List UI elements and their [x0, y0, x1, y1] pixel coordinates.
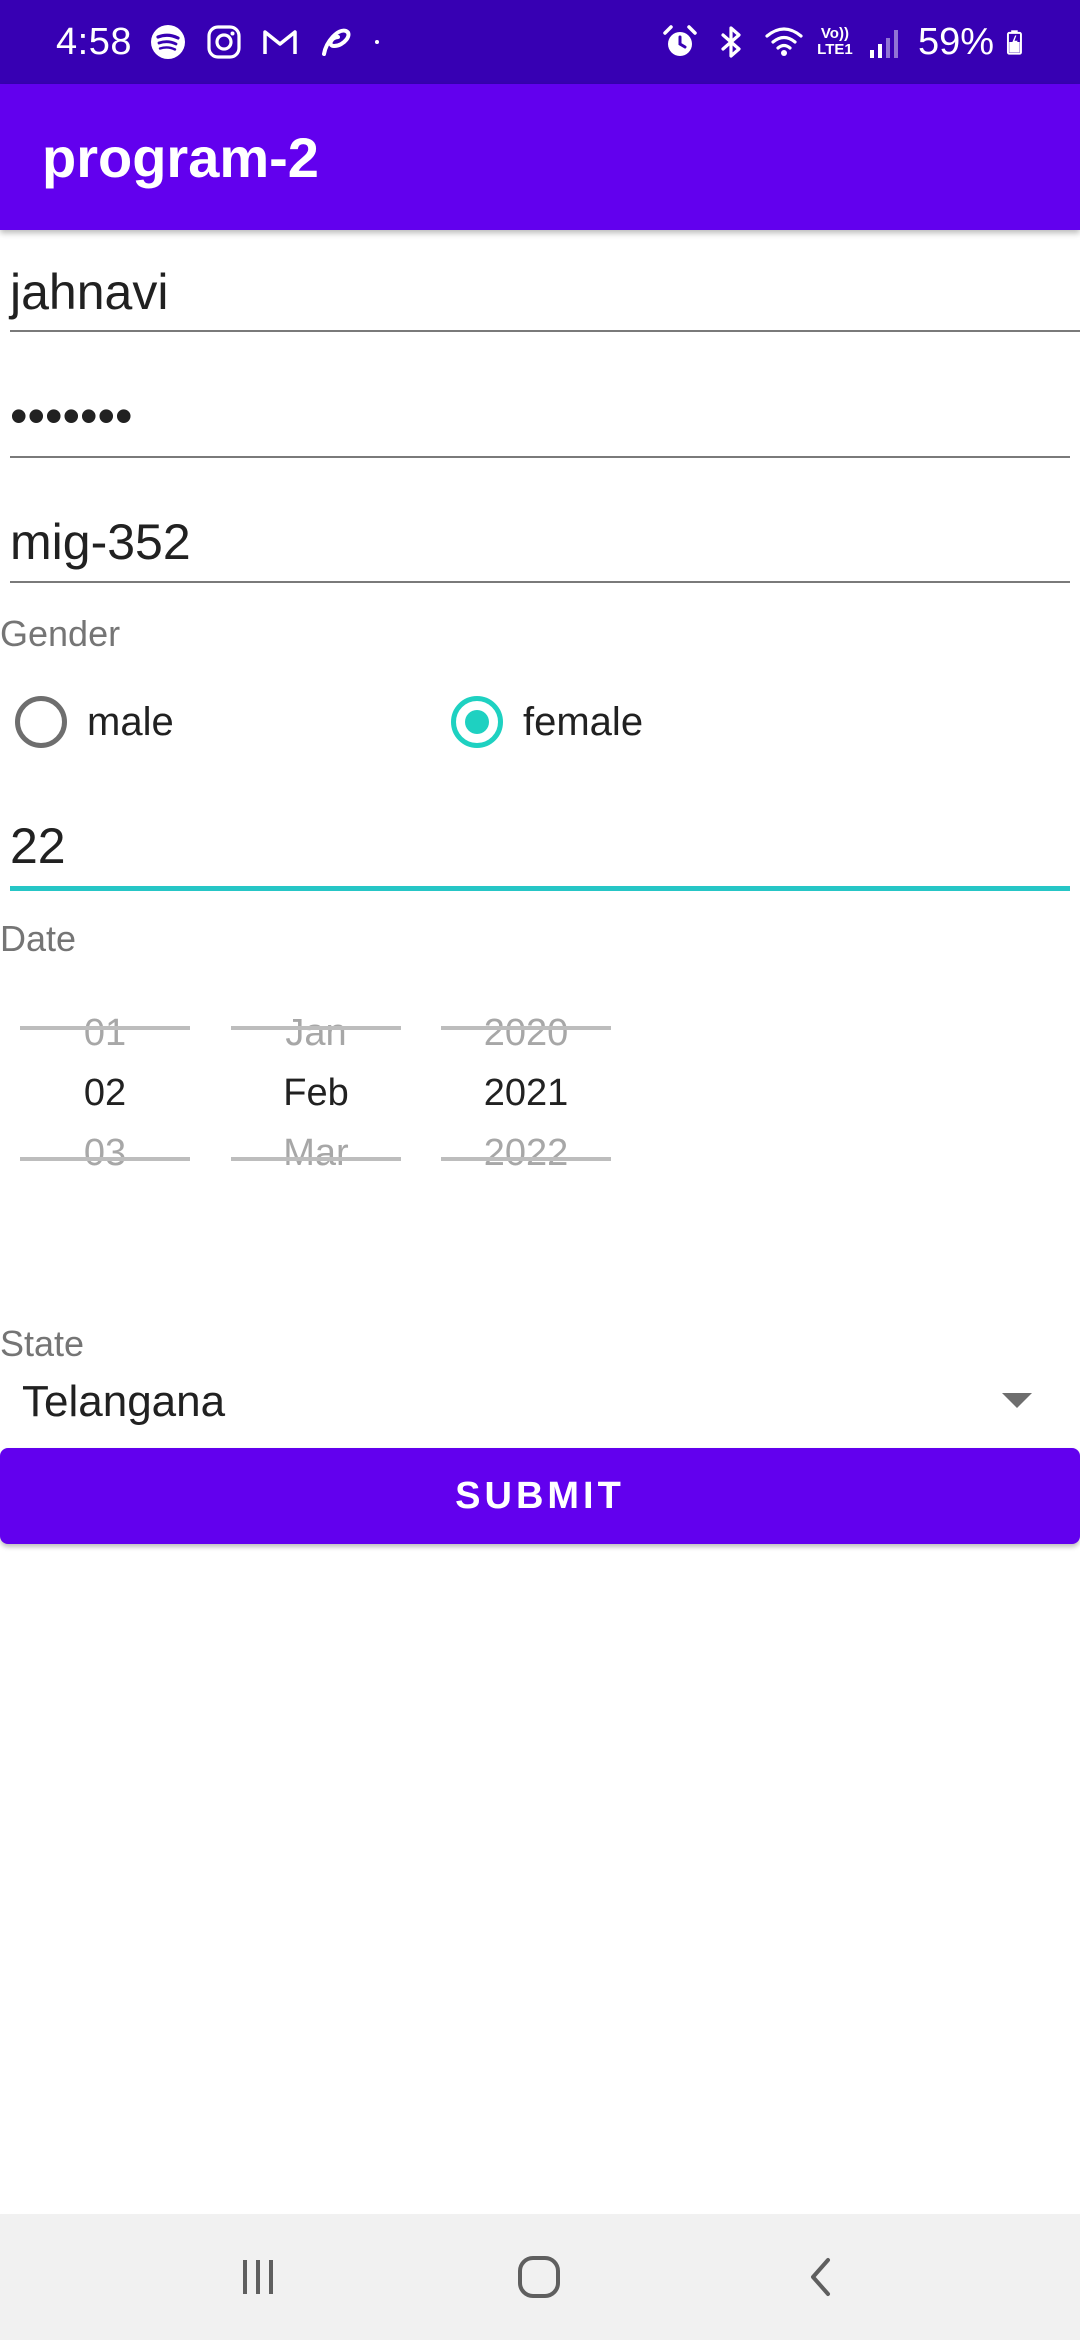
year-prev[interactable]: 2020 — [441, 1010, 611, 1056]
month-selected[interactable]: Feb — [231, 1070, 401, 1116]
radio-male-circle[interactable] — [15, 696, 67, 748]
year-next[interactable]: 2022 — [441, 1130, 611, 1176]
airtel-icon — [322, 28, 351, 56]
year-spinner[interactable]: 2020 2021 2022 — [441, 1010, 611, 1180]
date-label: Date — [0, 918, 77, 959]
radio-male[interactable]: male — [15, 696, 174, 748]
spotify-icon — [151, 25, 185, 59]
address-field[interactable]: mig-352 — [10, 512, 1070, 584]
navigation-bar — [0, 2214, 1080, 2340]
notification-icons — [148, 20, 392, 64]
app-title: program-2 — [42, 126, 319, 189]
name-field-value: jahnavi — [10, 264, 169, 320]
month-prev[interactable]: Jan — [231, 1010, 401, 1056]
age-field[interactable]: 22 — [10, 816, 1070, 894]
age-field-value: 22 — [10, 818, 66, 874]
month-divider-top — [231, 1026, 401, 1030]
signal-icon — [869, 30, 898, 58]
recent-apps-button[interactable] — [218, 2244, 298, 2310]
day-spinner[interactable]: 01 02 03 — [20, 1010, 190, 1180]
address-field-value: mig-352 — [10, 514, 191, 570]
submit-button[interactable]: SUBMIT — [0, 1448, 1080, 1544]
back-button[interactable] — [782, 2244, 862, 2310]
back-icon — [811, 2258, 830, 2296]
gmail-icon — [263, 30, 297, 54]
lte-icon: Vo)) LTE1 — [817, 25, 853, 58]
bluetooth-icon — [721, 26, 741, 58]
wifi-icon — [765, 27, 803, 56]
month-spinner[interactable]: Jan Feb Mar — [231, 1010, 401, 1180]
system-icons: Vo)) LTE1 59% — [660, 18, 1032, 66]
month-next[interactable]: Mar — [231, 1130, 401, 1176]
status-time: 4:58 — [56, 21, 132, 63]
status-bar: 4:58 Vo)) LTE1 59% — [0, 0, 1080, 84]
home-button[interactable] — [499, 2244, 579, 2310]
day-next[interactable]: 03 — [20, 1130, 190, 1176]
home-icon — [518, 2256, 560, 2298]
radio-female[interactable]: female — [451, 696, 643, 748]
name-field-underline — [10, 330, 1080, 332]
day-divider-top — [20, 1026, 190, 1030]
instagram-icon — [207, 25, 241, 59]
name-field[interactable]: jahnavi — [10, 262, 1080, 334]
day-divider-bottom — [20, 1157, 190, 1161]
dropdown-arrow-icon[interactable] — [1002, 1393, 1032, 1408]
year-divider-bottom — [441, 1157, 611, 1161]
gender-label: Gender — [0, 613, 121, 654]
alarm-icon — [663, 25, 697, 56]
state-spinner-value: Telangana — [22, 1377, 226, 1426]
day-selected[interactable]: 02 — [20, 1070, 190, 1116]
year-selected[interactable]: 2021 — [441, 1070, 611, 1116]
battery-icon — [1006, 30, 1022, 55]
dot-icon — [375, 40, 379, 44]
password-field[interactable]: ••••••• — [10, 386, 1070, 458]
year-divider-top — [441, 1026, 611, 1030]
radio-female-label: female — [523, 700, 644, 744]
day-prev[interactable]: 01 — [20, 1010, 190, 1056]
password-field-underline — [10, 456, 1070, 458]
state-label: State — [0, 1323, 85, 1364]
recent-apps-icon — [243, 2260, 273, 2294]
address-field-underline — [10, 581, 1070, 583]
age-field-underline — [10, 886, 1070, 891]
radio-male-label: male — [87, 700, 174, 744]
month-divider-bottom — [231, 1157, 401, 1161]
radio-female-circle[interactable] — [451, 696, 503, 748]
app-bar: program-2 — [0, 84, 1080, 230]
password-field-value: ••••••• — [10, 388, 133, 444]
battery-percent: 59% — [917, 21, 994, 63]
